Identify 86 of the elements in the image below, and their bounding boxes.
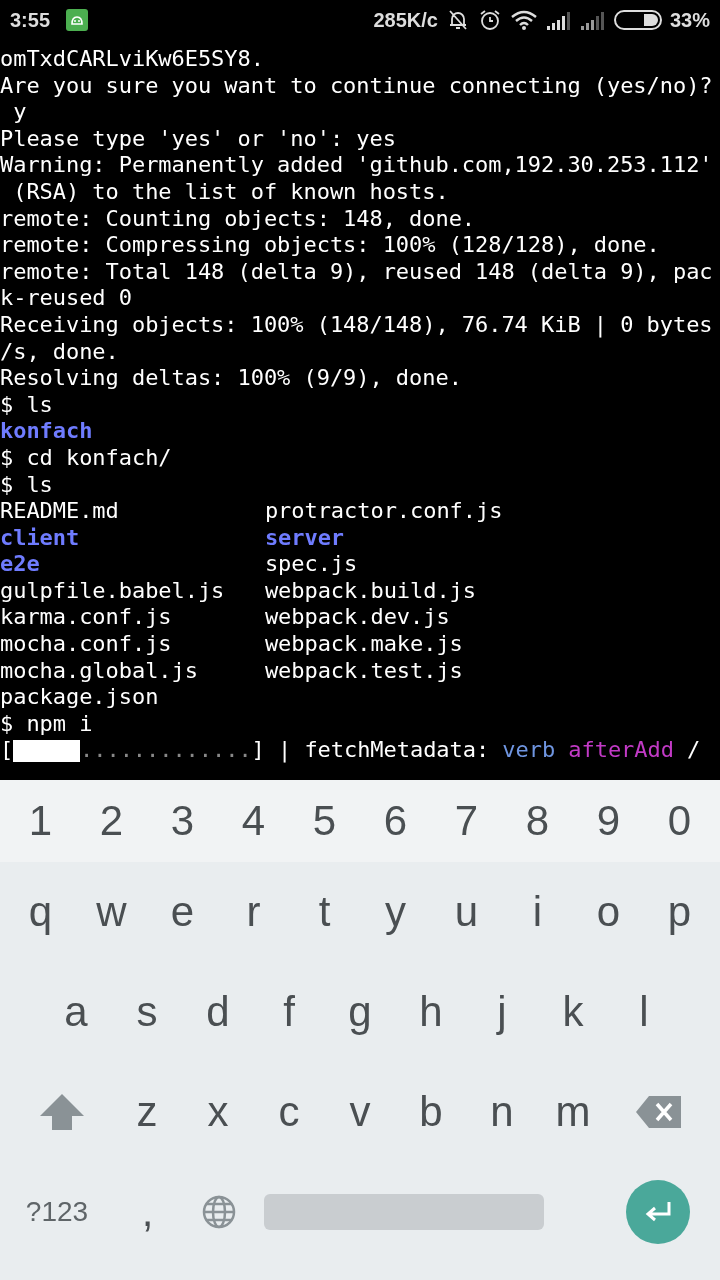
symbols-key[interactable]: ?123 bbox=[2, 1162, 112, 1262]
progress-status: | fetchMetadata: verb afterAdd / bbox=[277, 737, 701, 765]
bracket: [ bbox=[0, 737, 14, 765]
key[interactable]: l bbox=[608, 962, 680, 1062]
progress-dots: ............. bbox=[80, 737, 252, 765]
key[interactable]: d bbox=[182, 962, 254, 1062]
terminal-line: remote: Counting objects: 148, done. bbox=[0, 205, 477, 233]
key[interactable]: o bbox=[573, 862, 644, 962]
key[interactable]: p bbox=[644, 862, 715, 962]
terminal-line: Are you sure you want to continue connecting (yes/no)? bbox=[0, 72, 714, 100]
terminal-line: $ ls bbox=[0, 471, 54, 499]
globe-icon bbox=[201, 1195, 236, 1229]
file-name: webpack.test.js bbox=[264, 657, 464, 685]
enter-icon bbox=[643, 1200, 673, 1224]
clock: 3:55 bbox=[10, 8, 51, 32]
key[interactable]: e bbox=[147, 862, 218, 962]
terminal-line: konfach bbox=[0, 418, 94, 445]
key[interactable]: h bbox=[395, 962, 467, 1062]
file-name: e2e bbox=[0, 551, 41, 578]
key[interactable]: w bbox=[76, 862, 147, 962]
terminal-line: k-reused 0 bbox=[0, 285, 133, 312]
terminal-line: omTxdCARLviKw6E5SY8. bbox=[0, 46, 265, 73]
file-name: gulpfile.babel.js bbox=[0, 577, 226, 605]
file-name: karma.conf.js bbox=[0, 604, 173, 632]
terminal-line: Warning: Permanently added 'github.com,192.30.253.112' bbox=[0, 152, 714, 179]
android-app-icon bbox=[66, 9, 89, 31]
bracket: ] bbox=[251, 737, 265, 765]
file-name: server bbox=[264, 524, 346, 552]
key[interactable]: j bbox=[466, 962, 538, 1062]
battery-percent: 33% bbox=[669, 8, 710, 32]
key[interactable]: 0 bbox=[644, 780, 715, 862]
key[interactable]: 7 bbox=[431, 780, 502, 862]
key[interactable]: g bbox=[324, 962, 396, 1062]
terminal-line: remote: Total 148 (delta 9), reused 148 (delta 9), pac bbox=[0, 258, 714, 286]
key[interactable]: r bbox=[218, 862, 289, 962]
file-name: protractor.conf.js bbox=[264, 498, 504, 525]
key[interactable]: 8 bbox=[502, 780, 573, 862]
key[interactable]: s bbox=[111, 962, 183, 1062]
key[interactable]: f bbox=[253, 962, 325, 1062]
key[interactable]: v bbox=[324, 1062, 396, 1162]
terminal-line: Please type 'yes' or 'no': yes bbox=[0, 125, 397, 153]
key[interactable]: 3 bbox=[147, 780, 218, 862]
terminal-line: remote: Compressing objects: 100% (128/128), done. bbox=[0, 232, 661, 259]
key[interactable]: n bbox=[466, 1062, 538, 1162]
terminal-line: y bbox=[12, 99, 28, 126]
key[interactable]: x bbox=[182, 1062, 254, 1162]
network-speed: 285K/c bbox=[373, 8, 438, 32]
key[interactable]: 9 bbox=[573, 780, 644, 862]
terminal-line: Receiving objects: 100% (148/148), 76.74 KiB | 0 bytes bbox=[0, 311, 714, 339]
backspace-icon bbox=[634, 1095, 683, 1129]
battery-icon bbox=[613, 9, 662, 31]
file-name: mocha.conf.js bbox=[0, 631, 173, 658]
key[interactable]: m bbox=[537, 1062, 609, 1162]
key[interactable]: u bbox=[431, 862, 502, 962]
key[interactable]: z bbox=[111, 1062, 183, 1162]
terminal-line: $ cd konfach/ bbox=[0, 444, 173, 472]
key[interactable]: , bbox=[112, 1162, 183, 1262]
key[interactable]: 5 bbox=[289, 780, 360, 862]
signal-icon bbox=[545, 10, 572, 30]
file-name: mocha.global.js bbox=[0, 657, 199, 685]
terminal-line: $ npm i bbox=[0, 710, 94, 738]
file-name: README.md bbox=[0, 498, 120, 525]
key[interactable]: t bbox=[289, 862, 360, 962]
file-name: spec.js bbox=[264, 551, 359, 578]
key[interactable]: q bbox=[5, 862, 76, 962]
file-name: client bbox=[0, 524, 81, 552]
file-name: webpack.dev.js bbox=[264, 604, 451, 632]
terminal-line: package.json bbox=[0, 684, 160, 711]
terminal-line: (RSA) to the list of known hosts. bbox=[12, 178, 450, 206]
terminal-line: Resolving deltas: 100% (9/9), done. bbox=[0, 365, 463, 392]
key[interactable]: 4 bbox=[218, 780, 289, 862]
key[interactable]: c bbox=[253, 1062, 325, 1162]
key[interactable]: 2 bbox=[76, 780, 147, 862]
key[interactable]: 6 bbox=[360, 780, 431, 862]
wifi-icon bbox=[509, 9, 538, 31]
key[interactable]: b bbox=[395, 1062, 467, 1162]
key[interactable]: i bbox=[502, 862, 573, 962]
key[interactable]: 1 bbox=[5, 780, 76, 862]
file-name: webpack.build.js bbox=[264, 577, 477, 605]
file-name: webpack.make.js bbox=[264, 631, 464, 658]
key[interactable]: a bbox=[40, 962, 112, 1062]
signal-icon bbox=[579, 10, 606, 30]
key[interactable]: y bbox=[360, 862, 431, 962]
terminal-line: /s, done. bbox=[0, 338, 120, 366]
terminal-line: $ ls bbox=[0, 391, 54, 419]
key[interactable]: k bbox=[537, 962, 609, 1062]
